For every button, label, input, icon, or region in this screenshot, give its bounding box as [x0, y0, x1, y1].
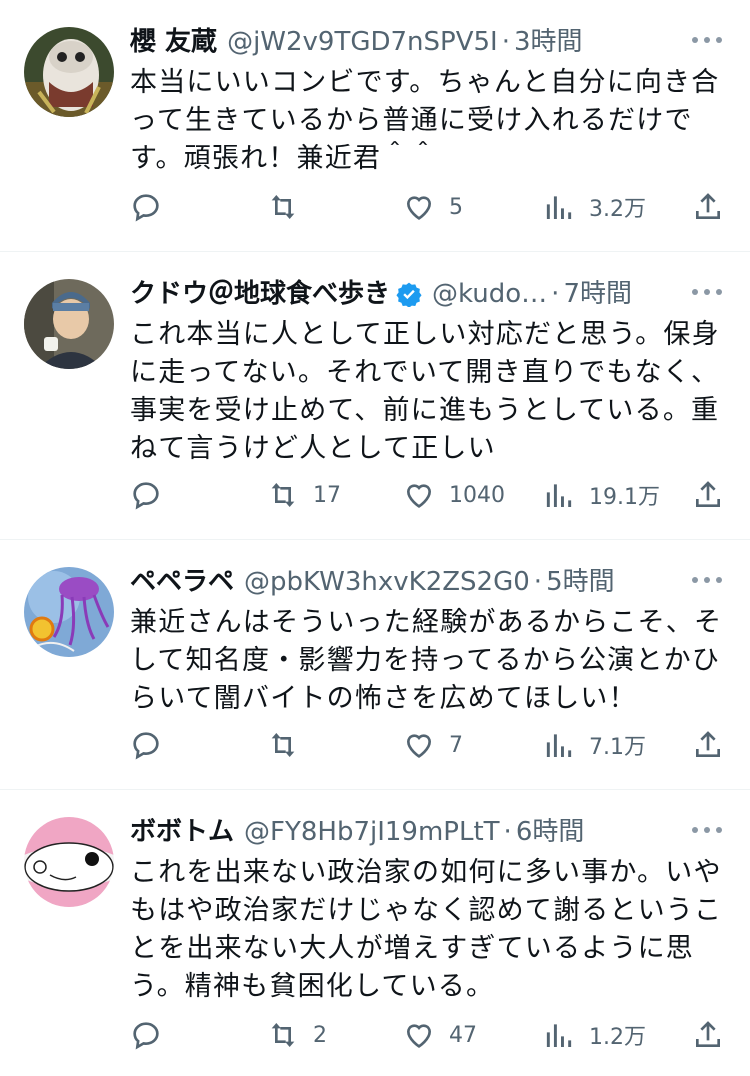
like-button[interactable]: 5 [403, 191, 463, 223]
reply-icon [133, 732, 159, 760]
like-count: 7 [449, 732, 463, 758]
more-icon[interactable] [692, 573, 722, 587]
like-count: 5 [449, 194, 463, 220]
retweet-button[interactable] [267, 191, 299, 223]
avatar[interactable] [24, 567, 114, 657]
tweet-text: これを出来ない政治家の如何に多い事か。いやもはや政治家だけじゃなく認めて謝るとい… [130, 857, 723, 1002]
tweet-header: 櫻 友蔵 @jW2v9TGD7nSPV5I · 3時間 [130, 22, 724, 62]
retweet-icon [271, 733, 295, 757]
timestamp[interactable]: 7時間 [563, 274, 632, 314]
views-button[interactable]: 19.1万 [543, 479, 660, 511]
display-name[interactable]: ボボトム [130, 812, 234, 852]
more-icon[interactable] [692, 823, 722, 837]
timestamp[interactable]: 6時間 [516, 812, 585, 852]
share-button[interactable] [692, 729, 724, 761]
views-count: 19.1万 [589, 485, 660, 510]
share-icon [696, 193, 720, 219]
retweet-button[interactable] [267, 729, 299, 761]
avatar[interactable] [24, 817, 114, 907]
timestamp[interactable]: 5時間 [546, 562, 615, 602]
views-count: 7.1万 [589, 735, 646, 760]
reply-tweet[interactable]: 櫻 友蔵 @jW2v9TGD7nSPV5I · 3時間 本当にいいコンビです。ち… [0, 0, 750, 252]
user-handle[interactable]: @FY8Hb7jI19mPLtT [244, 812, 500, 852]
user-handle[interactable]: @pbKW3hxvK2ZS2G0 [244, 562, 530, 602]
views-count: 1.2万 [589, 1025, 646, 1050]
views-icon [546, 196, 572, 219]
like-icon [406, 1024, 432, 1048]
user-handle[interactable]: @kudo… [432, 274, 547, 314]
reply-button[interactable] [130, 479, 162, 511]
action-bar: 5 3.2万 [130, 187, 724, 227]
display-name[interactable]: 櫻 友蔵 [130, 22, 217, 62]
action-bar: 2 47 1.2万 [130, 1015, 724, 1055]
tweet-text: 兼近さんはそういった経験があるからこそ、そして知名度・影響力を持ってるから公演と… [130, 607, 723, 714]
share-button[interactable] [692, 479, 724, 511]
separator-dot: · [533, 567, 543, 597]
like-icon [406, 484, 432, 508]
share-icon [696, 1021, 720, 1047]
like-button[interactable]: 7 [403, 729, 463, 761]
views-icon [546, 484, 572, 507]
separator-dot: · [501, 27, 510, 57]
share-icon [696, 481, 720, 507]
tweet-text: これ本当に人として正しい対応だと思う。保身に走ってない。それでいて開き直りでもな… [130, 319, 720, 464]
retweet-icon [271, 1023, 295, 1047]
more-icon[interactable] [692, 33, 722, 47]
retweet-icon [271, 483, 295, 507]
retweet-count: 2 [313, 1022, 327, 1048]
like-count: 47 [449, 1022, 477, 1048]
reply-icon [133, 1022, 159, 1050]
reply-button[interactable] [130, 1019, 162, 1051]
reply-feed: 櫻 友蔵 @jW2v9TGD7nSPV5I · 3時間 本当にいいコンビです。ち… [0, 0, 750, 1076]
views-icon [546, 1024, 572, 1047]
reply-button[interactable] [130, 191, 162, 223]
retweet-button[interactable]: 2 [267, 1019, 327, 1051]
share-icon [696, 731, 720, 757]
verified-icon [396, 281, 422, 307]
tweet-header: ボボトム @FY8Hb7jI19mPLtT · 6時間 [130, 812, 724, 852]
reply-icon [133, 194, 159, 222]
user-handle[interactable]: @jW2v9TGD7nSPV5I [227, 22, 498, 62]
like-button[interactable]: 1040 [403, 479, 505, 511]
separator-dot: · [503, 817, 512, 847]
like-button[interactable]: 47 [403, 1019, 477, 1051]
views-icon [546, 734, 572, 757]
retweet-count: 17 [313, 482, 341, 508]
tweet-header: クドウ＠地球食べ歩き @kudo… · 7時間 [130, 274, 724, 314]
retweet-icon [271, 195, 295, 219]
retweet-button[interactable]: 17 [267, 479, 341, 511]
separator-dot: · [551, 279, 560, 309]
like-count: 1040 [449, 482, 505, 508]
like-icon [406, 734, 432, 758]
avatar[interactable] [24, 27, 114, 117]
like-icon [406, 196, 432, 220]
reply-button[interactable] [130, 729, 162, 761]
views-count: 3.2万 [589, 197, 646, 222]
tweet-text: 本当にいいコンビです。ちゃんと自分に向き合って生きているから普通に受け入れるだけ… [130, 67, 720, 174]
action-bar: 17 1040 19.1万 [130, 475, 724, 515]
tweet-header: ペペラペ @pbKW3hxvK2ZS2G0 · 5時間 [130, 562, 724, 602]
display-name[interactable]: ペペラペ [130, 562, 234, 602]
more-icon[interactable] [692, 285, 722, 299]
reply-icon [133, 482, 159, 510]
reply-tweet[interactable]: ボボトム @FY8Hb7jI19mPLtT · 6時間 これを出来ない政治家の如… [0, 790, 750, 1076]
handle-time: @pbKW3hxvK2ZS2G0 · 5時間 [244, 562, 615, 602]
timestamp[interactable]: 3時間 [514, 22, 583, 62]
handle-time: @jW2v9TGD7nSPV5I · 3時間 [227, 22, 582, 62]
display-name[interactable]: クドウ＠地球食べ歩き [130, 274, 390, 314]
views-button[interactable]: 7.1万 [543, 729, 646, 761]
reply-tweet[interactable]: クドウ＠地球食べ歩き @kudo… · 7時間 これ本当に人として正しい対応だと… [0, 252, 750, 540]
action-bar: 7 7.1万 [130, 725, 724, 765]
reply-tweet[interactable]: ペペラペ @pbKW3hxvK2ZS2G0 · 5時間 兼近さんはそういった経験… [0, 540, 750, 790]
views-button[interactable]: 1.2万 [543, 1019, 646, 1051]
handle-time: @FY8Hb7jI19mPLtT · 6時間 [244, 812, 584, 852]
share-button[interactable] [692, 191, 724, 223]
views-button[interactable]: 3.2万 [543, 191, 646, 223]
avatar[interactable] [24, 279, 114, 369]
handle-time: @kudo… · 7時間 [432, 274, 632, 314]
share-button[interactable] [692, 1019, 724, 1051]
